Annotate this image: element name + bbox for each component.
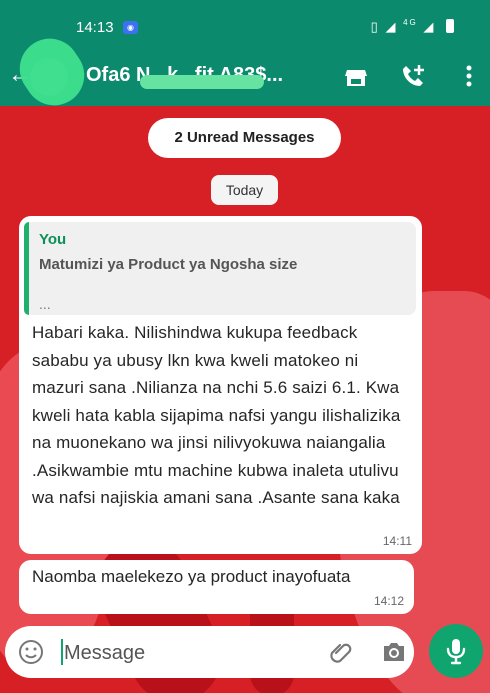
message-time: 14:12 <box>373 594 404 608</box>
quoted-message[interactable]: You Matumizi ya Product ya Ngosha size .… <box>24 222 416 315</box>
emoji-icon[interactable] <box>17 638 45 666</box>
status-icons: ▯ ◢ 4G ◢ <box>370 18 454 35</box>
battery-icon <box>446 19 454 33</box>
message-text: Habari kaka. Nilishindwa kukupa feedback… <box>32 323 401 507</box>
phone-add-icon[interactable] <box>399 62 427 90</box>
signal-icon: ◢ <box>423 19 436 34</box>
signal-icon: ◢ <box>385 19 398 34</box>
message-time: 14:11 <box>382 534 412 548</box>
camera-icon[interactable] <box>380 639 408 665</box>
vibrate-icon: ▯ <box>370 19 380 34</box>
voice-message-button[interactable] <box>429 624 483 678</box>
chat-header: ← Ofa6 N...k...fit A83$... <box>0 27 490 117</box>
quote-author: You <box>39 231 67 248</box>
network-type: 4G <box>403 18 418 27</box>
unread-messages-banner: 2 Unread Messages <box>148 118 341 158</box>
received-message[interactable]: Naomba maelekezo ya product inayofuata 1… <box>19 560 414 614</box>
name-redaction <box>140 75 264 89</box>
message-text: Naomba maelekezo ya product inayofuata <box>32 567 351 586</box>
quote-ellipsis: ... <box>39 296 51 312</box>
quote-accent-bar <box>24 222 29 315</box>
store-icon[interactable] <box>342 62 370 90</box>
quote-text: Matumizi ya Product ya Ngosha size <box>39 256 298 273</box>
received-message[interactable]: You Matumizi ya Product ya Ngosha size .… <box>19 216 422 554</box>
attachment-icon[interactable] <box>328 639 354 665</box>
hotspot-badge-icon: ◉ <box>123 21 138 34</box>
message-composer <box>5 626 414 678</box>
status-bar: 14:13 ◉ ▯ ◢ 4G ◢ <box>0 0 490 50</box>
more-vertical-icon[interactable] <box>455 62 483 90</box>
mic-icon <box>446 639 466 665</box>
date-separator: Today <box>211 175 278 205</box>
message-input[interactable] <box>62 634 316 672</box>
status-time: 14:13 <box>76 19 114 36</box>
